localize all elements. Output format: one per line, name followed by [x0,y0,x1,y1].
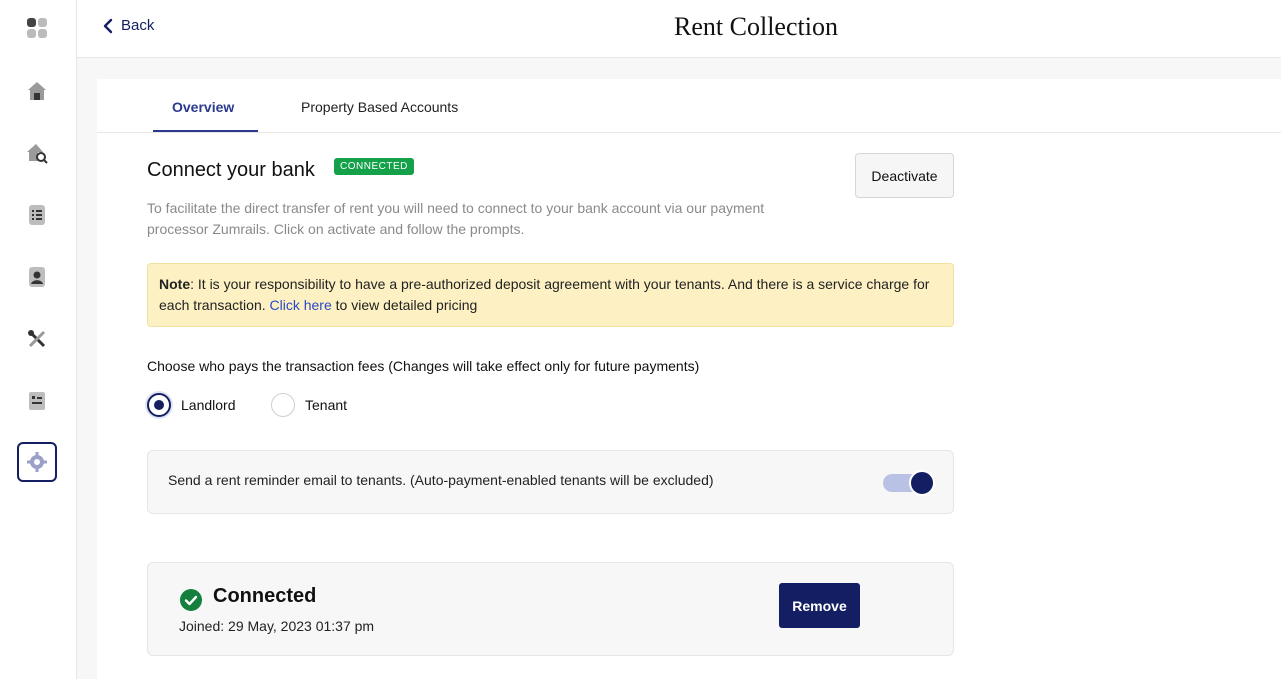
tab-property-based-accounts[interactable]: Property Based Accounts [301,99,458,115]
top-header: Back Rent Collection [77,0,1281,58]
fees-label: Choose who pays the transaction fees (Ch… [147,358,700,374]
home-icon[interactable] [17,71,57,111]
radio-button-checked[interactable] [147,393,171,417]
toggle-knob [909,470,935,496]
bank-description: To facilitate the direct transfer of ren… [147,200,765,237]
tab-overview[interactable]: Overview [172,99,234,115]
gear-icon[interactable] [17,442,57,482]
list-document-icon[interactable] [17,195,57,235]
note-text-after: to view detailed pricing [331,297,478,313]
radio-tenant[interactable]: Tenant [271,393,347,417]
main-panel: Overview Property Based Accounts Connect… [97,79,1281,679]
report-icon[interactable] [17,381,57,421]
check-circle-icon [180,589,202,611]
radio-label-landlord: Landlord [181,397,236,413]
radio-landlord[interactable]: Landlord [147,393,236,417]
reminder-toggle[interactable] [883,470,935,496]
status-badge: CONNECTED [334,158,414,175]
section-title: Connect your bank [147,159,315,181]
remove-button[interactable]: Remove [779,583,860,628]
page-title: Rent Collection [674,12,838,41]
tab-bar: Overview Property Based Accounts [97,79,1281,133]
pricing-link[interactable]: Click here [270,297,332,313]
deactivate-button[interactable]: Deactivate [855,153,954,198]
note-banner: Note: It is your responsibility to have … [147,263,954,327]
active-tab-indicator [153,130,258,132]
radio-button-unchecked[interactable] [271,393,295,417]
tools-icon[interactable] [17,319,57,359]
reminder-text: Send a rent reminder email to tenants. (… [168,472,714,488]
tenant-contact-icon[interactable] [17,257,57,297]
reminder-card: Send a rent reminder email to tenants. (… [147,450,954,514]
connection-status: Connected [213,585,317,607]
radio-label-tenant: Tenant [305,397,348,413]
note-label: Note [159,276,191,292]
joined-date: Joined: 29 May, 2023 01:37 pm [179,618,375,634]
sidebar [0,0,77,679]
home-search-icon[interactable] [17,133,57,173]
connection-card: Connected Joined: 29 May, 2023 01:37 pm … [147,562,954,656]
apps-grid-icon[interactable] [17,8,57,48]
